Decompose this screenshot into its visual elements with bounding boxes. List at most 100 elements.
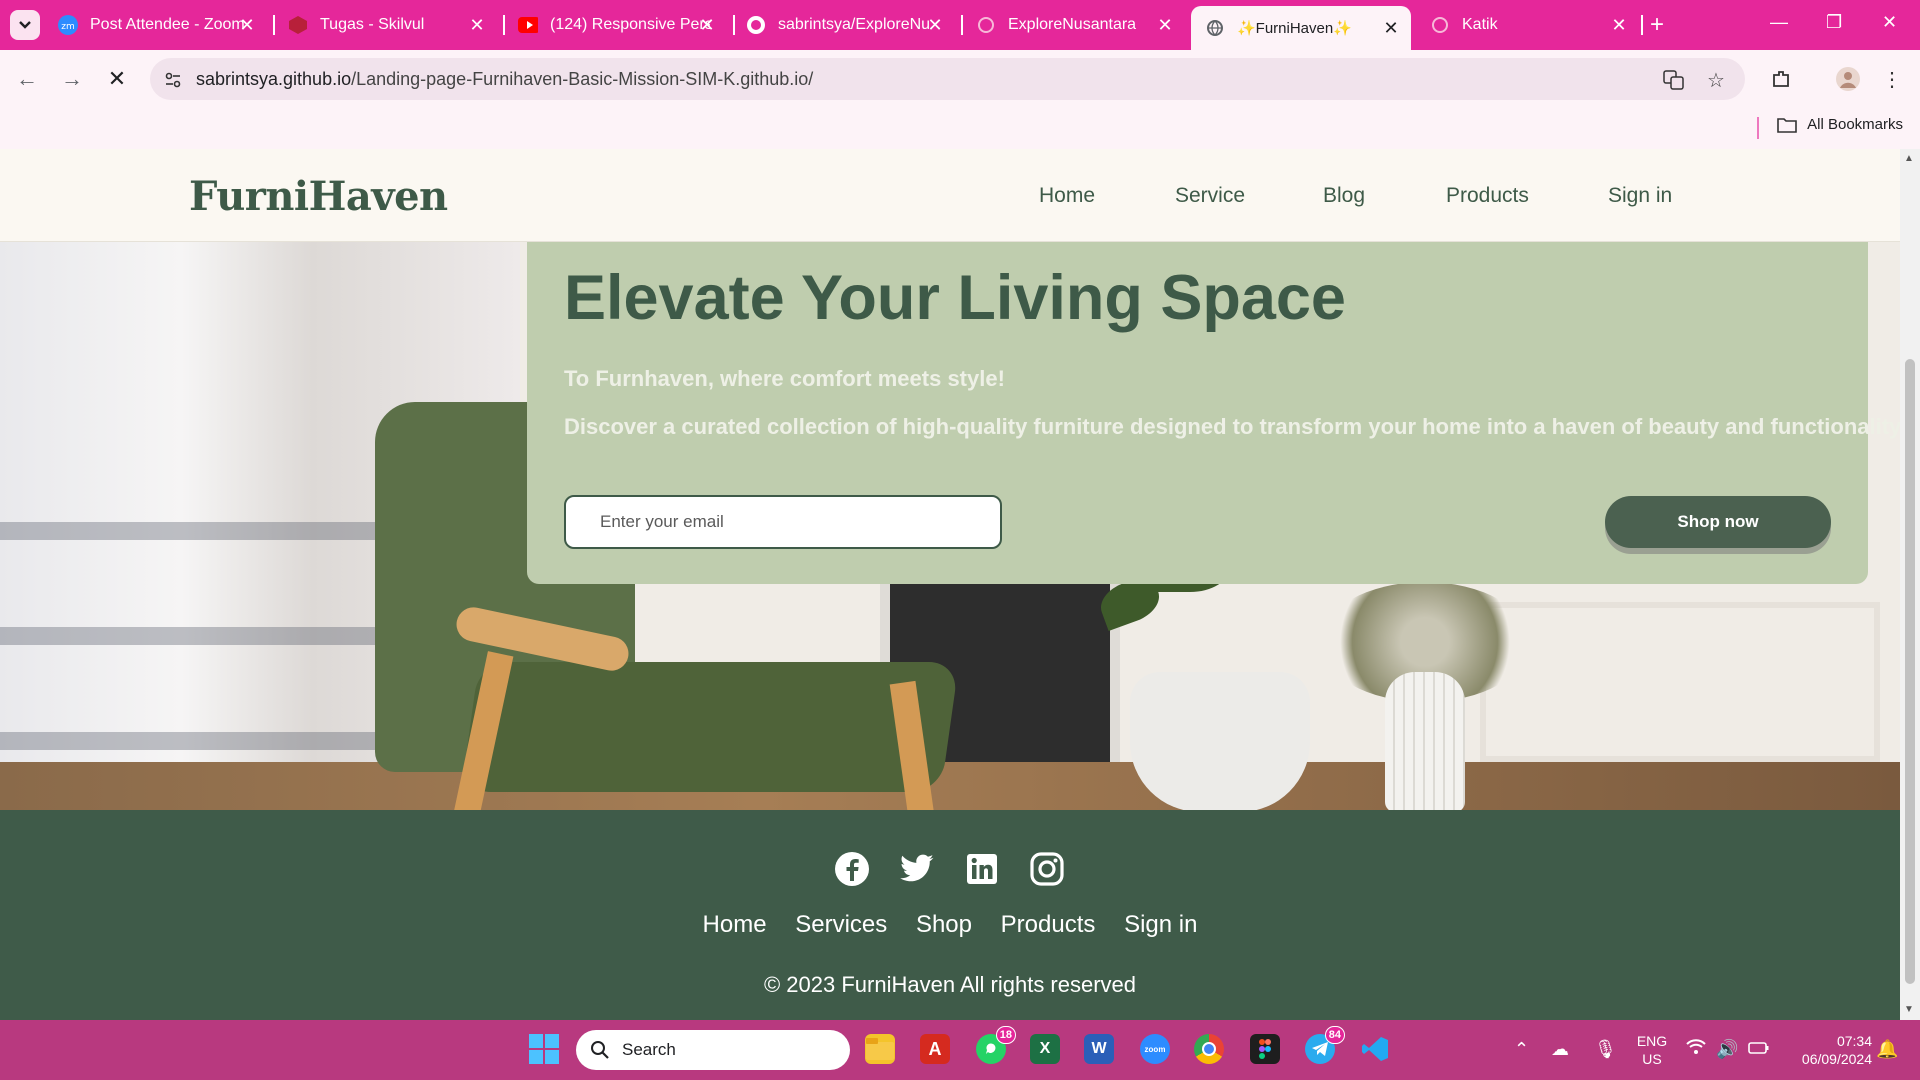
microphone-icon[interactable]: 🎙 bbox=[1594, 1039, 1617, 1060]
search-icon bbox=[591, 1041, 609, 1059]
globe-icon bbox=[1430, 15, 1450, 35]
tab-title: sabrintsya/ExploreNu bbox=[778, 16, 931, 33]
close-icon[interactable]: ✕ bbox=[1609, 15, 1629, 35]
footer-link-shop[interactable]: Shop bbox=[916, 911, 972, 938]
windows-taskbar: Search A 18 X W zoom 84 ⌃ ☁ 🎙 ENG US 🔊 0… bbox=[0, 1020, 1920, 1080]
url-path: /Landing-page-Furnihaven-Basic-Mission-S… bbox=[351, 69, 814, 89]
new-tab-button[interactable]: + bbox=[1650, 12, 1664, 38]
close-icon[interactable]: ✕ bbox=[467, 15, 487, 35]
footer-link-home[interactable]: Home bbox=[703, 911, 767, 938]
twitter-icon[interactable] bbox=[898, 850, 936, 888]
clock-date: 06/09/2024 bbox=[1801, 1051, 1872, 1067]
page-viewport: FurniHaven Home Service Blog Products Si… bbox=[0, 149, 1900, 1020]
zoom-app-icon[interactable]: zoom bbox=[1140, 1034, 1170, 1064]
wifi-icon[interactable] bbox=[1686, 1039, 1706, 1060]
tab-zoom[interactable]: zm Post Attendee - Zoom ✕ bbox=[58, 6, 263, 44]
tab-youtube[interactable]: (124) Responsive Pers ✕ bbox=[518, 6, 723, 44]
shop-now-button[interactable]: Shop now bbox=[1605, 496, 1831, 548]
footer-links: Home Services Shop Products Sign in bbox=[0, 911, 1900, 939]
close-icon[interactable]: ✕ bbox=[925, 15, 945, 35]
footer-link-services[interactable]: Services bbox=[795, 911, 887, 938]
url-host: sabrintsya.github.io bbox=[196, 69, 352, 89]
all-bookmarks-button[interactable]: All Bookmarks bbox=[1777, 116, 1903, 133]
globe-icon bbox=[1205, 18, 1225, 38]
minimize-icon[interactable]: — bbox=[1770, 12, 1788, 33]
footer-link-products[interactable]: Products bbox=[1001, 911, 1096, 938]
skilvul-icon bbox=[288, 15, 308, 35]
scroll-thumb[interactable] bbox=[1905, 359, 1915, 984]
scroll-down-icon[interactable]: ▼ bbox=[1904, 1004, 1914, 1015]
language-indicator[interactable]: ENG US bbox=[1632, 1032, 1672, 1068]
nav-products[interactable]: Products bbox=[1446, 184, 1529, 208]
notification-bell-icon[interactable]: 🔔 bbox=[1876, 1039, 1898, 1060]
close-icon[interactable]: ✕ bbox=[1381, 18, 1401, 38]
nav-home[interactable]: Home bbox=[1039, 184, 1095, 208]
hero-card: Elevate Your Living Space To Furnhaven, … bbox=[527, 242, 1900, 584]
translate-icon[interactable] bbox=[1663, 69, 1685, 91]
tab-katik[interactable]: Katik ✕ bbox=[1430, 6, 1635, 44]
site-info-icon[interactable] bbox=[162, 69, 184, 91]
close-icon[interactable]: ✕ bbox=[697, 15, 717, 35]
instagram-icon[interactable] bbox=[1028, 850, 1066, 888]
copyright-text: © 2023 FurniHaven All rights reserved bbox=[763, 972, 1137, 997]
chevron-up-icon[interactable]: ⌃ bbox=[1514, 1039, 1529, 1060]
close-icon[interactable]: ✕ bbox=[237, 15, 257, 35]
onedrive-icon[interactable]: ☁ bbox=[1551, 1039, 1569, 1060]
tab-explorenusantara[interactable]: ExploreNusantara ✕ bbox=[976, 6, 1181, 44]
tab-title: Katik bbox=[1462, 16, 1498, 33]
bookmark-star-icon[interactable]: ☆ bbox=[1705, 69, 1727, 92]
extensions-icon[interactable] bbox=[1766, 64, 1796, 94]
globe-icon bbox=[976, 15, 996, 35]
tab-separator bbox=[273, 15, 275, 35]
taskbar-search[interactable]: Search bbox=[576, 1030, 850, 1070]
figma-icon[interactable] bbox=[1250, 1034, 1280, 1064]
stop-loading-icon[interactable]: ✕ bbox=[102, 64, 132, 94]
close-icon[interactable]: ✕ bbox=[1155, 15, 1175, 35]
linkedin-icon[interactable] bbox=[963, 850, 1001, 888]
telegram-icon[interactable]: 84 bbox=[1305, 1026, 1345, 1064]
github-icon bbox=[746, 15, 766, 35]
tab-search-button[interactable] bbox=[10, 10, 40, 40]
hero-title: Elevate Your Living Space bbox=[564, 263, 1346, 333]
hero-description: Discover a curated collection of high-qu… bbox=[564, 414, 1900, 439]
tab-strip: zm Post Attendee - Zoom ✕ Tugas - Skilvu… bbox=[0, 0, 1920, 50]
battery-icon[interactable] bbox=[1748, 1039, 1770, 1060]
profile-avatar[interactable] bbox=[1833, 64, 1863, 94]
site-logo[interactable]: FurniHaven bbox=[189, 173, 448, 220]
footer-link-sign-in[interactable]: Sign in bbox=[1124, 911, 1197, 938]
tab-github[interactable]: sabrintsya/ExploreNu ✕ bbox=[746, 6, 951, 44]
menu-kebab-icon[interactable]: ⋮ bbox=[1877, 64, 1907, 94]
youtube-icon bbox=[518, 15, 538, 35]
whatsapp-icon[interactable]: 18 bbox=[976, 1026, 1016, 1064]
forward-icon[interactable]: → bbox=[57, 64, 87, 94]
tab-separator bbox=[503, 15, 505, 35]
volume-icon[interactable]: 🔊 bbox=[1716, 1039, 1738, 1060]
all-bookmarks-label: All Bookmarks bbox=[1807, 116, 1903, 133]
address-bar[interactable]: sabrintsya.github.io/Landing-page-Furnih… bbox=[150, 58, 1745, 100]
email-input[interactable] bbox=[564, 495, 1002, 549]
back-icon[interactable]: ← bbox=[12, 64, 42, 94]
excel-icon[interactable]: X bbox=[1030, 1034, 1060, 1064]
word-icon[interactable]: W bbox=[1084, 1034, 1114, 1064]
nav-blog[interactable]: Blog bbox=[1323, 184, 1365, 208]
page-scrollbar[interactable]: ▲ ▼ bbox=[1900, 149, 1920, 1020]
acrobat-icon[interactable]: A bbox=[920, 1034, 950, 1064]
clock-time: 07:34 bbox=[1836, 1033, 1872, 1049]
chrome-icon[interactable] bbox=[1194, 1034, 1224, 1064]
tab-furnihaven[interactable]: ✨FurniHaven✨ ✕ bbox=[1191, 6, 1411, 50]
tab-skilvul[interactable]: Tugas - Skilvul ✕ bbox=[288, 6, 493, 44]
clock[interactable]: 07:34 06/09/2024 bbox=[1782, 1032, 1872, 1068]
file-explorer-icon[interactable] bbox=[865, 1034, 895, 1064]
scroll-up-icon[interactable]: ▲ bbox=[1904, 153, 1914, 164]
language-code: ENG bbox=[1636, 1033, 1668, 1049]
tab-separator bbox=[1641, 15, 1643, 35]
tab-title: Post Attendee - Zoom bbox=[90, 16, 245, 33]
folder-icon bbox=[1777, 117, 1797, 133]
facebook-icon[interactable] bbox=[833, 850, 871, 888]
windows-start-icon[interactable] bbox=[529, 1034, 559, 1064]
restore-icon[interactable]: ❐ bbox=[1826, 12, 1842, 33]
nav-service[interactable]: Service bbox=[1175, 184, 1245, 208]
close-window-icon[interactable]: ✕ bbox=[1882, 12, 1897, 33]
nav-sign-in[interactable]: Sign in bbox=[1608, 184, 1672, 208]
vscode-icon[interactable] bbox=[1360, 1034, 1390, 1064]
